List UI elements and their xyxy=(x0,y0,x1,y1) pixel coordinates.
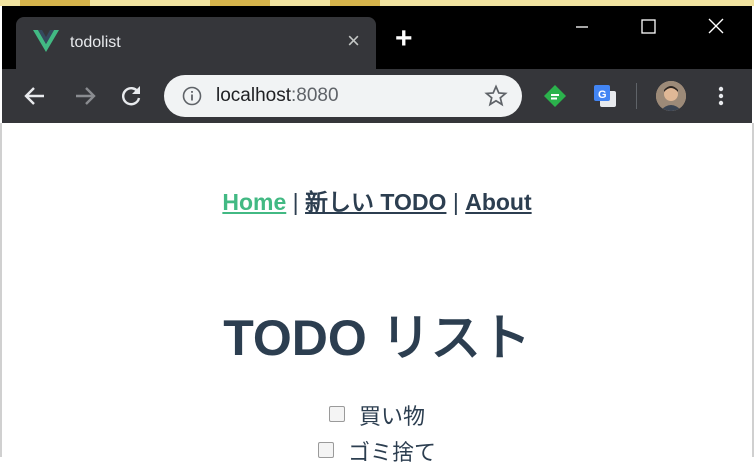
url-text[interactable]: localhost:8080 xyxy=(216,85,339,107)
info-icon[interactable] xyxy=(182,86,202,106)
nav-separator: | xyxy=(286,189,306,215)
profile-avatar[interactable] xyxy=(656,81,686,111)
vue-logo-icon xyxy=(33,30,59,52)
todo-checkbox[interactable] xyxy=(317,442,334,458)
browser-chrome: todolist × + localhost:8080 G xyxy=(2,6,752,123)
google-translate-extension-icon[interactable]: G xyxy=(592,83,618,109)
reload-icon[interactable] xyxy=(118,83,144,109)
page-content: Home | 新しい TODO | About TODO リスト 買い物 ゴミ捨… xyxy=(0,123,754,465)
tab-title: todolist xyxy=(70,34,121,51)
maximize-icon[interactable] xyxy=(628,14,668,40)
todo-label: 買い物 xyxy=(358,404,425,429)
nav-link-home[interactable]: Home xyxy=(222,189,286,215)
toolbar-divider xyxy=(636,83,637,109)
address-bar[interactable]: localhost:8080 xyxy=(164,75,522,117)
minimize-icon[interactable] xyxy=(562,14,602,40)
close-window-icon[interactable] xyxy=(696,14,736,40)
page-title: TODO リスト xyxy=(223,310,531,366)
feedly-extension-icon[interactable] xyxy=(542,83,568,109)
nav-link-about[interactable]: About xyxy=(465,189,531,215)
todo-label: ゴミ捨て xyxy=(347,440,436,465)
menu-kebab-icon[interactable] xyxy=(708,83,734,109)
browser-tab[interactable]: todolist × xyxy=(16,17,376,69)
todo-item: ゴミ捨て xyxy=(0,435,754,467)
bookmark-star-icon[interactable] xyxy=(484,84,508,108)
nav-separator: | xyxy=(446,189,466,215)
browser-toolbar: localhost:8080 G xyxy=(2,69,752,123)
avatar-image xyxy=(656,81,686,111)
back-arrow-icon[interactable] xyxy=(22,83,48,109)
svg-text:G: G xyxy=(598,89,607,101)
forward-arrow-icon[interactable] xyxy=(72,83,98,109)
new-tab-button[interactable]: + xyxy=(395,24,413,54)
todo-checkbox[interactable] xyxy=(328,406,345,422)
tab-close-icon[interactable]: × xyxy=(347,29,360,53)
nav-link-new-todo[interactable]: 新しい TODO xyxy=(305,189,446,215)
main-nav: Home | 新しい TODO | About xyxy=(0,183,754,217)
todo-item: 買い物 xyxy=(0,399,754,431)
